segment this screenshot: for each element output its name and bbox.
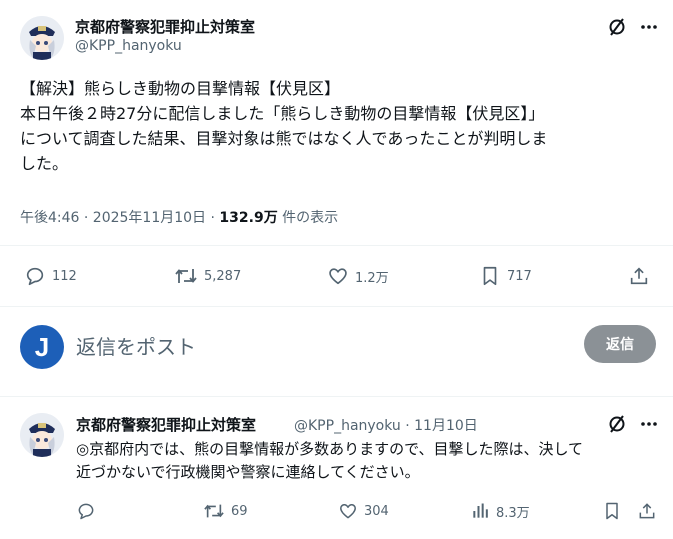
share-button[interactable] bbox=[628, 265, 650, 287]
views-icon bbox=[473, 503, 488, 518]
post-text-line: した。 bbox=[20, 154, 69, 173]
like-count: 1.2万 bbox=[355, 270, 389, 286]
grok-icon[interactable] bbox=[604, 14, 630, 40]
reply-text-line: 近づかないで行政機関や警察に連絡してください。 bbox=[76, 463, 420, 481]
reply-text: ◎京都府内では、熊の目撃情報が多数ありますので、目撃した際は、決して 近づかない… bbox=[76, 438, 661, 484]
repost-icon bbox=[204, 504, 224, 518]
post-text-line: 本日午後２時27分に配信しました「熊らしき動物の目撃情報【伏見区】」 bbox=[20, 104, 545, 123]
divider bbox=[0, 396, 673, 397]
bookmark-button[interactable]: 717 bbox=[479, 265, 532, 287]
like-icon bbox=[329, 268, 347, 285]
like-icon bbox=[339, 504, 357, 519]
views-label: 件の表示 bbox=[282, 210, 339, 226]
repost-icon bbox=[175, 269, 197, 283]
reply-author-name[interactable]: 京都府警察犯罪抑止対策室 bbox=[76, 414, 256, 435]
reply-count: 112 bbox=[52, 268, 77, 284]
author-name[interactable]: 京都府警察犯罪抑止対策室 bbox=[75, 16, 255, 37]
reply-like-count: 304 bbox=[364, 503, 389, 519]
more-icon[interactable] bbox=[636, 14, 662, 40]
post-text-line: について調査した結果、目撃対象は熊ではなく人であったことが判明しま bbox=[20, 129, 548, 148]
more-icon[interactable] bbox=[636, 411, 662, 437]
like-button[interactable]: 1.2万 bbox=[327, 265, 389, 287]
reply-submit-button[interactable]: 返信 bbox=[584, 325, 656, 363]
reply-author-avatar[interactable] bbox=[20, 413, 64, 457]
reply-share-button[interactable] bbox=[637, 501, 657, 521]
reply-reply-button[interactable] bbox=[76, 501, 96, 521]
bookmark-count: 717 bbox=[507, 268, 532, 284]
post-text: 【解決】熊らしき動物の目撃情報【伏見区】 本日午後２時27分に配信しました「熊ら… bbox=[20, 76, 660, 176]
grok-icon[interactable] bbox=[604, 411, 630, 437]
reply-repost-count: 69 bbox=[231, 503, 248, 519]
reply-repost-button[interactable]: 69 bbox=[203, 501, 248, 521]
bookmark-icon bbox=[606, 502, 618, 520]
reply-author-handle[interactable]: @KPP_hanyoku · 11月10日 bbox=[294, 415, 478, 435]
post-timestamp[interactable]: 午後4:46 · 2025年11月10日 · bbox=[20, 210, 215, 226]
views-count: 132.9万 bbox=[219, 210, 278, 226]
reply-views-count: 8.3万 bbox=[496, 505, 530, 521]
post-text-line: 【解決】熊らしき動物の目撃情報【伏見区】 bbox=[20, 79, 341, 98]
reply-icon bbox=[78, 503, 94, 520]
reply-views-button[interactable]: 8.3万 bbox=[470, 501, 530, 521]
divider bbox=[0, 245, 673, 246]
reply-text-line: ◎京都府内では、熊の目撃情報が多数ありますので、目撃した際は、決して bbox=[76, 440, 584, 458]
repost-button[interactable]: 5,287 bbox=[174, 265, 241, 287]
author-handle[interactable]: @KPP_hanyoku bbox=[75, 38, 182, 54]
reply-icon bbox=[26, 267, 44, 286]
post-meta: 午後4:46 · 2025年11月10日 · 132.9万 件の表示 bbox=[20, 207, 338, 227]
current-user-avatar[interactable]: J bbox=[20, 325, 64, 369]
divider bbox=[0, 306, 673, 307]
reply-bookmark-button[interactable] bbox=[602, 501, 622, 521]
share-icon bbox=[639, 503, 655, 519]
bookmark-icon bbox=[483, 266, 497, 286]
author-avatar[interactable] bbox=[20, 16, 64, 60]
reply-button[interactable]: 112 bbox=[24, 265, 77, 287]
reply-input[interactable]: 返信をポスト bbox=[76, 331, 196, 360]
repost-count: 5,287 bbox=[204, 268, 242, 284]
reply-like-button[interactable]: 304 bbox=[338, 501, 389, 521]
share-icon bbox=[630, 267, 648, 285]
